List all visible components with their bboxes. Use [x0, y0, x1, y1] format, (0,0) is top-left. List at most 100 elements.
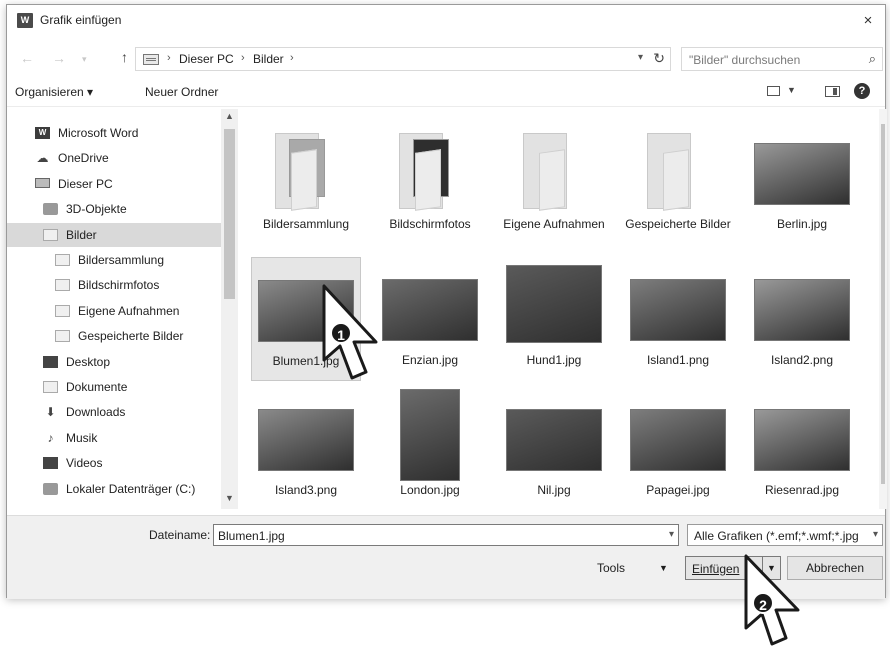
word-app-icon: W	[17, 13, 33, 28]
up-button[interactable]: ↑	[121, 49, 128, 65]
sidebar-item-dokumente[interactable]: Dokumente	[7, 375, 221, 399]
file-tile-papagei-jpg[interactable]: Papagei.jpg	[623, 387, 733, 509]
image-thumbnail	[754, 143, 850, 205]
sidebar-item-desktop[interactable]: Desktop	[7, 350, 221, 374]
sidebar-item-lokaler-datenträger-c[interactable]: Lokaler Datenträger (C:)	[7, 477, 221, 501]
sidebar-item-label: Bilder	[66, 227, 97, 242]
file-tile-island1-png[interactable]: Island1.png	[623, 257, 733, 381]
forward-button[interactable]: →	[52, 50, 66, 66]
sidebar-item-microsoft-word[interactable]: W Microsoft Word	[7, 121, 221, 145]
search-placeholder: "Bilder" durchsuchen	[689, 53, 801, 67]
back-button[interactable]: ←	[20, 50, 34, 66]
file-tile-island3-png[interactable]: Island3.png	[251, 387, 361, 509]
folder-icon	[55, 330, 70, 343]
navigation-scrollbar[interactable]: ▲ ▼	[221, 109, 238, 509]
sidebar-item-3d-objekte[interactable]: 3D-Objekte	[7, 197, 221, 221]
help-icon[interactable]: ?	[854, 83, 870, 99]
document-icon	[43, 381, 58, 393]
scroll-up-icon[interactable]: ▲	[225, 111, 234, 121]
file-name-label: Papagei.jpg	[646, 483, 710, 497]
address-dropdown-icon[interactable]: ▾	[638, 52, 643, 63]
file-tile-hund1-jpg[interactable]: Hund1.jpg	[499, 257, 609, 381]
sidebar-item-label: Eigene Aufnahmen	[78, 303, 180, 318]
sidebar-item-bildschirmfotos[interactable]: Bildschirmfotos	[7, 273, 221, 297]
sidebar-item-videos[interactable]: Videos	[7, 451, 221, 475]
scrollbar-thumb[interactable]	[881, 124, 885, 484]
video-icon	[43, 457, 58, 470]
sidebar-item-label: Bildschirmfotos	[78, 278, 160, 293]
image-thumbnail	[630, 279, 726, 341]
file-type-value: Alle Grafiken (*.emf;*.wmf;*.jpg	[694, 529, 859, 543]
file-name-label: Bildersammlung	[262, 217, 350, 231]
file-tile-island2-png[interactable]: Island2.png	[747, 257, 857, 381]
file-tile-gespeicherte-bilder[interactable]: Gespeicherte Bilder	[623, 121, 733, 245]
filename-label: Dateiname:	[149, 528, 211, 542]
sidebar-item-onedrive[interactable]: ☁ OneDrive	[7, 146, 221, 170]
sidebar-item-bildersammlung[interactable]: Bildersammlung	[7, 248, 221, 272]
file-name-label: Bildschirmfotos	[389, 217, 471, 231]
address-bar[interactable]: › Dieser PC › Bilder › ▾ ↻	[135, 47, 671, 71]
tools-button[interactable]: Tools	[597, 561, 625, 575]
organize-button[interactable]: Organisieren ▾	[15, 85, 93, 99]
file-tile-eigene-aufnahmen[interactable]: Eigene Aufnahmen	[499, 121, 609, 245]
breadcrumb-bilder[interactable]: Bilder	[253, 52, 284, 66]
window-title: Grafik einfügen	[40, 13, 122, 27]
pictures-folder-icon	[143, 54, 159, 65]
file-list-scrollbar[interactable]	[879, 109, 887, 509]
scrollbar-thumb[interactable]	[224, 129, 235, 299]
sidebar-item-label: Dieser PC	[58, 176, 113, 191]
navigation-pane: ▲ ▼ W Microsoft Word ☁ OneDrive Dieser PC 3D-…	[7, 109, 239, 509]
filename-dropdown-icon[interactable]: ▾	[669, 529, 674, 540]
download-icon: ⬇	[45, 405, 56, 420]
refresh-icon[interactable]: ↻	[653, 50, 665, 67]
file-name-label: Island1.png	[646, 353, 710, 367]
sidebar-item-label: OneDrive	[58, 151, 109, 166]
word-icon: W	[35, 127, 50, 139]
file-name-label: London.jpg	[400, 483, 460, 497]
close-button[interactable]: ×	[857, 10, 879, 32]
breadcrumb-dieser-pc[interactable]: Dieser PC	[179, 52, 234, 66]
sidebar-item-eigene-aufnahmen[interactable]: Eigene Aufnahmen	[7, 299, 221, 323]
sidebar-item-downloads[interactable]: ⬇ Downloads	[7, 400, 221, 424]
file-tile-bildersammlung[interactable]: Bildersammlung	[251, 121, 361, 245]
view-options-chevron-icon[interactable]: ▼	[787, 85, 796, 95]
sidebar-item-gespeicherte-bilder[interactable]: Gespeicherte Bilder	[7, 324, 221, 348]
file-name-label: Berlin.jpg	[776, 217, 828, 231]
title-bar: W Grafik einfügen ×	[7, 5, 885, 37]
change-view-icon[interactable]	[767, 86, 780, 96]
sidebar-item-label: Downloads	[66, 405, 126, 420]
tools-chevron-down-icon[interactable]: ▼	[659, 563, 668, 573]
scroll-down-icon[interactable]: ▼	[225, 493, 234, 503]
breadcrumb-separator: ›	[167, 52, 171, 64]
file-tile-nil-jpg[interactable]: Nil.jpg	[499, 387, 609, 509]
folder-icon	[399, 133, 461, 211]
folder-icon	[523, 133, 585, 211]
sidebar-item-bilder[interactable]: Bilder	[7, 222, 221, 247]
file-name-label: Riesenrad.jpg	[764, 483, 840, 497]
sidebar-item-label: Microsoft Word	[58, 126, 139, 140]
preview-pane-icon[interactable]	[825, 86, 840, 97]
search-input[interactable]: "Bilder" durchsuchen ⌕	[681, 47, 883, 71]
address-row: ← → ▾ ↑ › Dieser PC › Bilder › ▾ ↻ "Bild…	[7, 45, 885, 75]
sidebar-item-label: Dokumente	[66, 380, 128, 394]
file-tile-london-jpg[interactable]: London.jpg	[375, 387, 485, 509]
folder-icon	[55, 254, 70, 266]
drive-icon	[43, 482, 58, 495]
file-type-select[interactable]: Alle Grafiken (*.emf;*.wmf;*.jpg ▾	[687, 524, 883, 546]
file-name-label: Eigene Aufnahmen	[503, 217, 605, 231]
step-callout-1: 1	[330, 322, 352, 344]
file-name-label: Gespeicherte Bilder	[625, 217, 731, 231]
file-tile-bildschirmfotos[interactable]: Bildschirmfotos	[375, 121, 485, 245]
image-thumbnail	[382, 279, 478, 341]
pictures-icon	[43, 228, 58, 241]
sidebar-item-musik[interactable]: ♪ Musik	[7, 426, 221, 450]
filename-input[interactable]: Blumen1.jpg ▾	[213, 524, 679, 546]
file-tile-berlin-jpg[interactable]: Berlin.jpg	[747, 121, 857, 245]
search-icon: ⌕	[868, 51, 876, 66]
image-thumbnail	[754, 279, 850, 341]
new-folder-button[interactable]: Neuer Ordner	[145, 85, 218, 99]
file-name-label: Island3.png	[274, 483, 338, 497]
file-tile-riesenrad-jpg[interactable]: Riesenrad.jpg	[747, 387, 857, 509]
sidebar-item-dieser-pc[interactable]: Dieser PC	[7, 172, 221, 196]
recent-locations-chevron-icon[interactable]: ▾	[82, 54, 87, 65]
